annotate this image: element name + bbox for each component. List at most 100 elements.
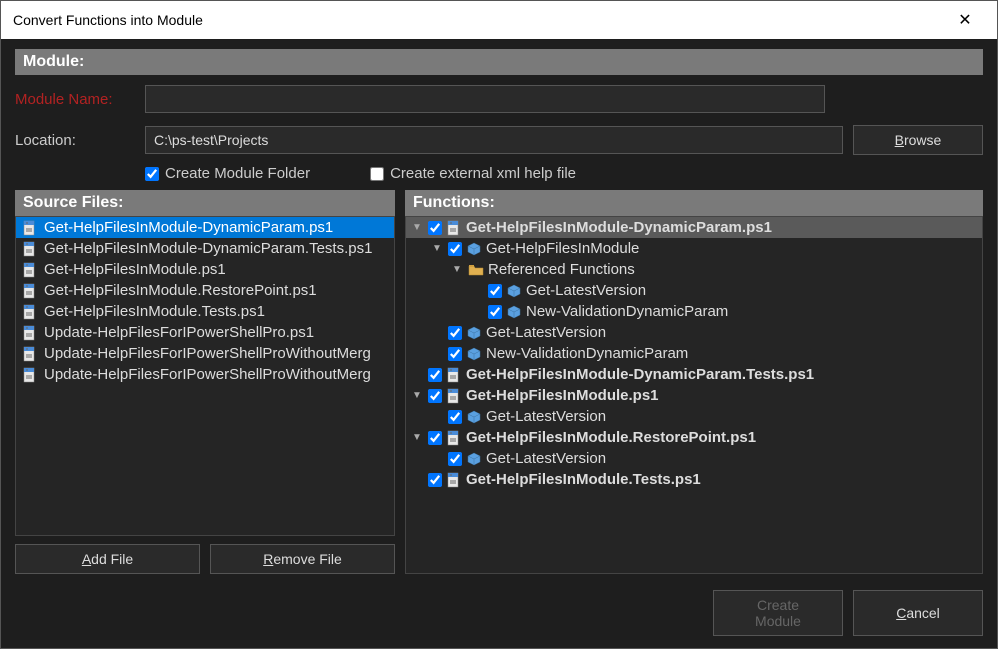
tree-row[interactable]: ▼ Get-HelpFilesInModule.RestorePoint.ps1 [406,427,982,448]
tree-row[interactable]: ▼ Get-HelpFilesInModule [406,238,982,259]
tree-expander-icon[interactable]: ▼ [430,243,444,254]
ps1-file-icon [22,367,38,383]
source-file-label: Update-HelpFilesForIPowerShellProWithout… [44,366,371,383]
tree-row[interactable]: ▼ Get-HelpFilesInModule.ps1 [406,385,982,406]
remove-file-button[interactable]: Remove File [210,544,395,574]
source-file-label: Update-HelpFilesForIPowerShellPro.ps1 [44,324,314,341]
source-file-item[interactable]: Get-HelpFilesInModule-DynamicParam.ps1 [16,217,394,238]
tree-label: Get-LatestVersion [486,324,606,341]
function-cube-icon [466,409,482,425]
tree-label: Get-HelpFilesInModule.ps1 [466,387,659,404]
tree-label: Referenced Functions [488,261,635,278]
source-file-label: Get-HelpFilesInModule-DynamicParam.ps1 [44,219,333,236]
tree-row[interactable]: ▼ Get-HelpFilesInModule-DynamicParam.ps1 [406,217,982,238]
tree-expander-icon[interactable]: ▼ [410,222,424,233]
tree-checkbox[interactable] [488,305,502,319]
tree-row[interactable]: ▶New-ValidationDynamicParam [406,301,982,322]
close-icon[interactable]: ✕ [945,10,985,30]
create-xml-check-input[interactable] [370,167,384,181]
ps1-file-icon [22,325,38,341]
create-folder-check-input[interactable] [145,167,159,181]
tree-checkbox[interactable] [488,284,502,298]
add-file-button[interactable]: Add File [15,544,200,574]
ps1-file-icon [22,220,38,236]
browse-button[interactable]: Browse [853,125,983,155]
ps1-file-icon [22,346,38,362]
functions-header: Functions: [405,190,983,216]
function-cube-icon [466,325,482,341]
tree-checkbox[interactable] [448,452,462,466]
module-name-input[interactable] [145,85,825,113]
tree-row[interactable]: ▶New-ValidationDynamicParam [406,343,982,364]
folder-icon [468,262,484,278]
tree-checkbox[interactable] [448,326,462,340]
source-file-item[interactable]: Get-HelpFilesInModule.RestorePoint.ps1 [16,280,394,301]
source-file-label: Get-HelpFilesInModule-DynamicParam.Tests… [44,240,372,257]
ps1-file-icon [446,430,462,446]
source-file-item[interactable]: Update-HelpFilesForIPowerShellProWithout… [16,343,394,364]
tree-label: Get-LatestVersion [486,450,606,467]
tree-label: New-ValidationDynamicParam [486,345,688,362]
cancel-button[interactable]: Cancel [853,590,983,636]
tree-checkbox[interactable] [428,473,442,487]
location-label: Location: [15,132,135,149]
ps1-file-icon [22,304,38,320]
tree-checkbox[interactable] [428,368,442,382]
source-file-item[interactable]: Get-HelpFilesInModule-DynamicParam.Tests… [16,238,394,259]
source-file-item[interactable]: Get-HelpFilesInModule.Tests.ps1 [16,301,394,322]
function-cube-icon [466,241,482,257]
tree-checkbox[interactable] [428,431,442,445]
tree-row[interactable]: ▶Get-LatestVersion [406,280,982,301]
source-file-label: Get-HelpFilesInModule.ps1 [44,261,226,278]
tree-row[interactable]: ▶Get-LatestVersion [406,406,982,427]
functions-tree[interactable]: ▼Get-HelpFilesInModule-DynamicParam.ps1▼… [405,216,983,574]
function-cube-icon [506,304,522,320]
create-folder-checkbox[interactable]: Create Module Folder [145,165,310,182]
tree-checkbox[interactable] [428,221,442,235]
tree-expander-icon[interactable]: ▼ [410,390,424,401]
tree-checkbox[interactable] [428,389,442,403]
source-file-label: Get-HelpFilesInModule.Tests.ps1 [44,303,265,320]
function-cube-icon [466,346,482,362]
create-xml-checkbox[interactable]: Create external xml help file [370,165,576,182]
source-file-label: Get-HelpFilesInModule.RestorePoint.ps1 [44,282,317,299]
window-title: Convert Functions into Module [13,12,945,28]
module-name-label: Module Name: [15,91,135,108]
tree-label: Get-LatestVersion [526,282,646,299]
ps1-file-icon [22,283,38,299]
tree-label: Get-HelpFilesInModule.RestorePoint.ps1 [466,429,756,446]
ps1-file-icon [22,241,38,257]
source-file-item[interactable]: Update-HelpFilesForIPowerShellProWithout… [16,364,394,385]
tree-label: Get-HelpFilesInModule-DynamicParam.Tests… [466,366,814,383]
ps1-file-icon [446,367,462,383]
tree-label: Get-HelpFilesInModule [486,240,639,257]
tree-row[interactable]: ▼ Referenced Functions [406,259,982,280]
ps1-file-icon [446,472,462,488]
source-file-item[interactable]: Update-HelpFilesForIPowerShellPro.ps1 [16,322,394,343]
function-cube-icon [506,283,522,299]
tree-label: Get-HelpFilesInModule-DynamicParam.ps1 [466,219,772,236]
tree-row[interactable]: ▶Get-HelpFilesInModule-DynamicParam.Test… [406,364,982,385]
function-cube-icon [466,451,482,467]
module-section-header: Module: [15,49,983,75]
ps1-file-icon [446,388,462,404]
source-file-label: Update-HelpFilesForIPowerShellProWithout… [44,345,371,362]
tree-checkbox[interactable] [448,347,462,361]
tree-label: Get-HelpFilesInModule.Tests.ps1 [466,471,701,488]
tree-checkbox[interactable] [448,242,462,256]
tree-label: Get-LatestVersion [486,408,606,425]
source-files-header: Source Files: [15,190,395,216]
tree-row[interactable]: ▶Get-HelpFilesInModule.Tests.ps1 [406,469,982,490]
tree-checkbox[interactable] [448,410,462,424]
tree-expander-icon[interactable]: ▼ [410,432,424,443]
source-file-item[interactable]: Get-HelpFilesInModule.ps1 [16,259,394,280]
source-files-list[interactable]: Get-HelpFilesInModule-DynamicParam.ps1 Ge… [15,216,395,536]
create-module-button[interactable]: Create Module [713,590,843,636]
location-input[interactable] [145,126,843,154]
titlebar: Convert Functions into Module ✕ [1,1,997,39]
tree-expander-icon[interactable]: ▼ [450,264,464,275]
tree-row[interactable]: ▶Get-LatestVersion [406,322,982,343]
ps1-file-icon [22,262,38,278]
tree-row[interactable]: ▶Get-LatestVersion [406,448,982,469]
ps1-file-icon [446,220,462,236]
